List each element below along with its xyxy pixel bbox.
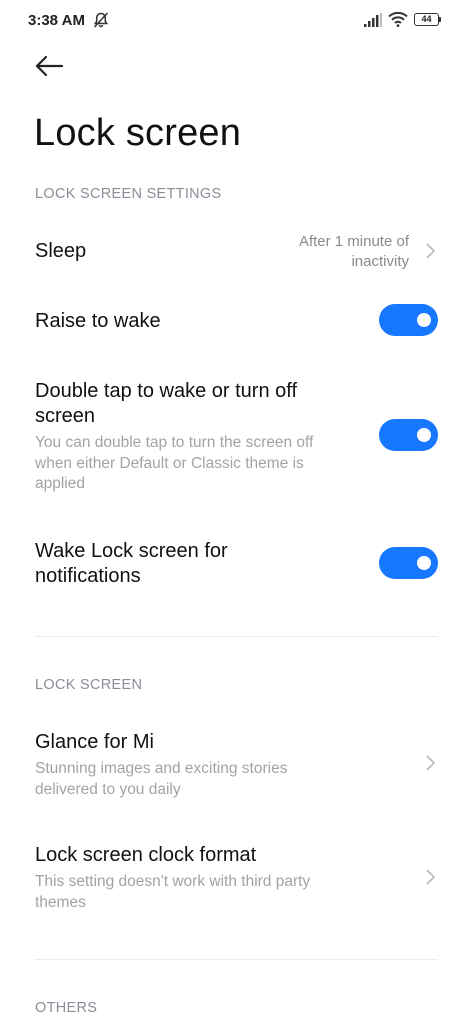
divider	[35, 636, 438, 637]
status-bar: 3:38 AM 44	[0, 0, 473, 44]
back-button[interactable]	[34, 54, 68, 84]
clock-format-title: Lock screen clock format	[35, 844, 257, 866]
wake-notifications-title-line1: Wake Lock screen for	[35, 540, 228, 562]
clock-format-description: This setting doesn't work with third par…	[35, 872, 365, 913]
double-tap-title-line2: screen	[35, 405, 96, 427]
battery-icon: 44	[414, 13, 442, 27]
wake-notifications-title: Wake Lock screen for notifications	[35, 539, 365, 589]
double-tap-desc-line3: applied	[35, 475, 85, 492]
chevron-right-icon	[424, 242, 436, 260]
section-header-lock-screen-settings: LOCK SCREEN SETTINGS	[35, 186, 222, 202]
divider	[35, 959, 438, 960]
toggle-knob	[417, 428, 431, 442]
wake-notifications-title-line2: notifications	[35, 565, 141, 587]
double-tap-title-line1: Double tap to wake or turn off	[35, 380, 298, 402]
chevron-right-icon	[424, 754, 436, 772]
status-time: 3:38 AM	[28, 12, 85, 29]
glance-desc-line1: Stunning images and exciting stories	[35, 760, 288, 777]
glance-title: Glance for Mi	[35, 731, 154, 753]
clock-format-desc-line1: This setting doesn't work with third par…	[35, 873, 311, 890]
section-header-lock-screen: LOCK SCREEN	[35, 677, 143, 693]
double-tap-desc-line1: You can double tap to turn the screen of…	[35, 434, 314, 451]
wake-notifications-toggle[interactable]	[379, 547, 438, 579]
battery-level: 44	[421, 14, 432, 24]
glance-desc-line2: delivered to you daily	[35, 780, 181, 798]
wifi-icon	[388, 11, 408, 32]
toggle-knob	[417, 556, 431, 570]
page-title: Lock screen	[34, 112, 242, 154]
clock-format-desc-line2: themes	[35, 893, 86, 911]
sleep-value-line1: After 1 minute of	[298, 233, 409, 250]
sleep-value-line2: inactivity	[351, 253, 409, 270]
chevron-right-icon	[424, 868, 436, 886]
double-tap-toggle[interactable]	[379, 419, 438, 451]
section-header-others: OTHERS	[35, 1000, 98, 1016]
toggle-knob	[417, 313, 431, 327]
sleep-value: After 1 minute of inactivity	[259, 232, 409, 272]
raise-to-wake-toggle[interactable]	[379, 304, 438, 336]
double-tap-desc-line2: when either Default or Classic theme is	[35, 454, 304, 472]
signal-icon	[364, 13, 382, 32]
double-tap-title: Double tap to wake or turn off screen	[35, 379, 365, 429]
back-arrow-icon	[35, 55, 64, 77]
mute-off-icon	[92, 11, 110, 34]
raise-to-wake-title: Raise to wake	[35, 310, 161, 332]
glance-description: Stunning images and exciting stories del…	[35, 759, 365, 800]
double-tap-description: You can double tap to turn the screen of…	[35, 433, 365, 495]
